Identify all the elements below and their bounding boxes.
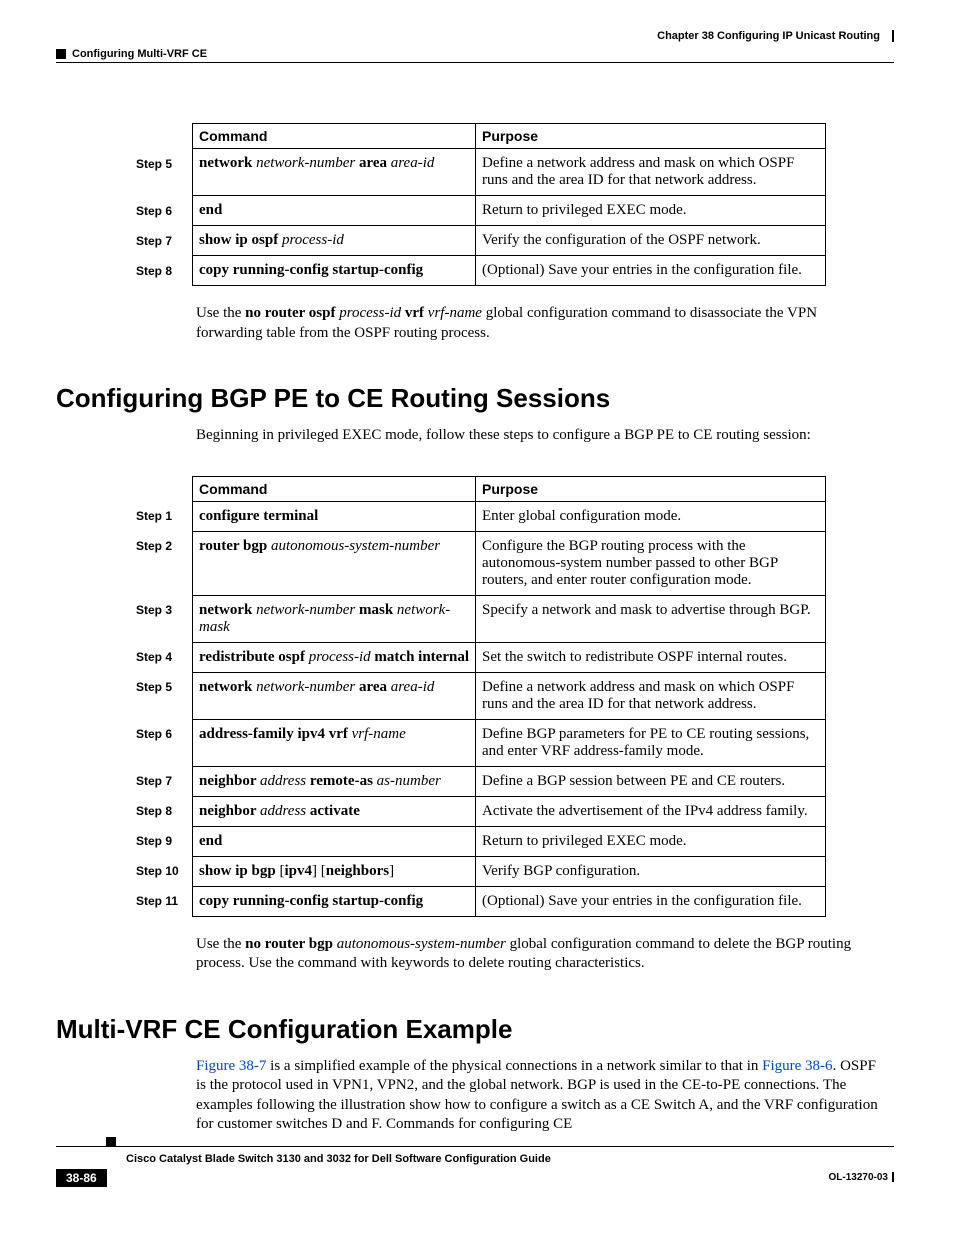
example-para: Figure 38-7 is a simplified example of t… xyxy=(196,1057,884,1135)
step-label: Step 10 xyxy=(136,856,193,886)
link-figure-38-7[interactable]: Figure 38-7 xyxy=(196,1058,266,1074)
command-cell: configure terminal xyxy=(193,501,476,531)
table-row: Step 3network network-number mask networ… xyxy=(136,595,826,642)
ospf-note: Use the no router ospf process-id vrf vr… xyxy=(196,304,884,343)
command-cell: network network-number area area-id xyxy=(193,672,476,719)
step-label: Step 1 xyxy=(136,501,193,531)
command-cell: copy running-config startup-config xyxy=(193,256,476,286)
command-cell: network network-number area area-id xyxy=(193,149,476,196)
step-label: Step 9 xyxy=(136,826,193,856)
page-number: 38-86 xyxy=(56,1169,107,1187)
ospf-steps-table: Command Purpose Step 5network network-nu… xyxy=(136,123,826,286)
table-row: Step 7show ip ospf process-idVerify the … xyxy=(136,226,826,256)
table-row: Step 7neighbor address remote-as as-numb… xyxy=(136,766,826,796)
purpose-cell: Return to privileged EXEC mode. xyxy=(476,826,826,856)
table-row: Step 6address-family ipv4 vrf vrf-nameDe… xyxy=(136,719,826,766)
command-cell: copy running-config startup-config xyxy=(193,886,476,916)
header-square-icon xyxy=(56,49,66,59)
purpose-cell: Return to privileged EXEC mode. xyxy=(476,196,826,226)
chapter-label: Chapter 38 Configuring IP Unicast Routin… xyxy=(657,30,880,42)
command-cell: show ip bgp [ipv4] [neighbors] xyxy=(193,856,476,886)
purpose-cell: Define a BGP session between PE and CE r… xyxy=(476,766,826,796)
col-command: Command xyxy=(193,124,476,149)
table-row: Step 5network network-number area area-i… xyxy=(136,672,826,719)
table-row: Step 6endReturn to privileged EXEC mode. xyxy=(136,196,826,226)
purpose-cell: (Optional) Save your entries in the conf… xyxy=(476,256,826,286)
step-label: Step 2 xyxy=(136,531,193,595)
command-cell: end xyxy=(193,826,476,856)
bgp-note: Use the no router bgp autonomous-system-… xyxy=(196,935,884,974)
section-title: Configuring Multi-VRF CE xyxy=(72,48,207,60)
footer-square-icon xyxy=(106,1137,116,1147)
command-cell: neighbor address remote-as as-number xyxy=(193,766,476,796)
link-figure-38-6[interactable]: Figure 38-6 xyxy=(762,1058,832,1074)
command-cell: network network-number mask network-mask xyxy=(193,595,476,642)
step-label: Step 7 xyxy=(136,226,193,256)
bgp-intro: Beginning in privileged EXEC mode, follo… xyxy=(196,426,884,446)
footer-title: Cisco Catalyst Blade Switch 3130 and 303… xyxy=(126,1153,551,1165)
section-header: Configuring Multi-VRF CE xyxy=(56,48,894,63)
table-row: Step 4redistribute ospf process-id match… xyxy=(136,642,826,672)
step-label: Step 7 xyxy=(136,766,193,796)
step-label: Step 4 xyxy=(136,642,193,672)
step-label: Step 11 xyxy=(136,886,193,916)
purpose-cell: Specify a network and mask to advertise … xyxy=(476,595,826,642)
heading-bgp: Configuring BGP PE to CE Routing Session… xyxy=(56,383,894,414)
purpose-cell: Activate the advertisement of the IPv4 a… xyxy=(476,796,826,826)
heading-example: Multi-VRF CE Configuration Example xyxy=(56,1014,894,1045)
table-row: Step 1configure terminalEnter global con… xyxy=(136,501,826,531)
purpose-cell: Enter global configuration mode. xyxy=(476,501,826,531)
page-header: Chapter 38 Configuring IP Unicast Routin… xyxy=(56,30,894,42)
command-cell: neighbor address activate xyxy=(193,796,476,826)
command-cell: end xyxy=(193,196,476,226)
purpose-cell: Configure the BGP routing process with t… xyxy=(476,531,826,595)
step-label: Step 5 xyxy=(136,149,193,196)
step-label: Step 5 xyxy=(136,672,193,719)
bgp-steps-table: Command Purpose Step 1configure terminal… xyxy=(136,476,826,917)
purpose-cell: (Optional) Save your entries in the conf… xyxy=(476,886,826,916)
step-label: Step 6 xyxy=(136,196,193,226)
step-label: Step 3 xyxy=(136,595,193,642)
doc-id: OL-13270-03 xyxy=(829,1172,894,1183)
table-row: Step 10show ip bgp [ipv4] [neighbors]Ver… xyxy=(136,856,826,886)
purpose-cell: Define BGP parameters for PE to CE routi… xyxy=(476,719,826,766)
command-cell: redistribute ospf process-id match inter… xyxy=(193,642,476,672)
footer-rule xyxy=(56,1146,894,1147)
step-label: Step 8 xyxy=(136,796,193,826)
step-label: Step 6 xyxy=(136,719,193,766)
table-row: Step 8neighbor address activateActivate … xyxy=(136,796,826,826)
col-purpose: Purpose xyxy=(476,124,826,149)
command-cell: show ip ospf process-id xyxy=(193,226,476,256)
table-row: Step 11copy running-config startup-confi… xyxy=(136,886,826,916)
purpose-cell: Verify BGP configuration. xyxy=(476,856,826,886)
step-label: Step 8 xyxy=(136,256,193,286)
purpose-cell: Define a network address and mask on whi… xyxy=(476,149,826,196)
table-row: Step 9endReturn to privileged EXEC mode. xyxy=(136,826,826,856)
col-command: Command xyxy=(193,476,476,501)
purpose-cell: Define a network address and mask on whi… xyxy=(476,672,826,719)
table-row: Step 8copy running-config startup-config… xyxy=(136,256,826,286)
command-cell: address-family ipv4 vrf vrf-name xyxy=(193,719,476,766)
command-cell: router bgp autonomous-system-number xyxy=(193,531,476,595)
purpose-cell: Verify the configuration of the OSPF net… xyxy=(476,226,826,256)
table-row: Step 5network network-number area area-i… xyxy=(136,149,826,196)
purpose-cell: Set the switch to redistribute OSPF inte… xyxy=(476,642,826,672)
table-row: Step 2router bgp autonomous-system-numbe… xyxy=(136,531,826,595)
col-purpose: Purpose xyxy=(476,476,826,501)
